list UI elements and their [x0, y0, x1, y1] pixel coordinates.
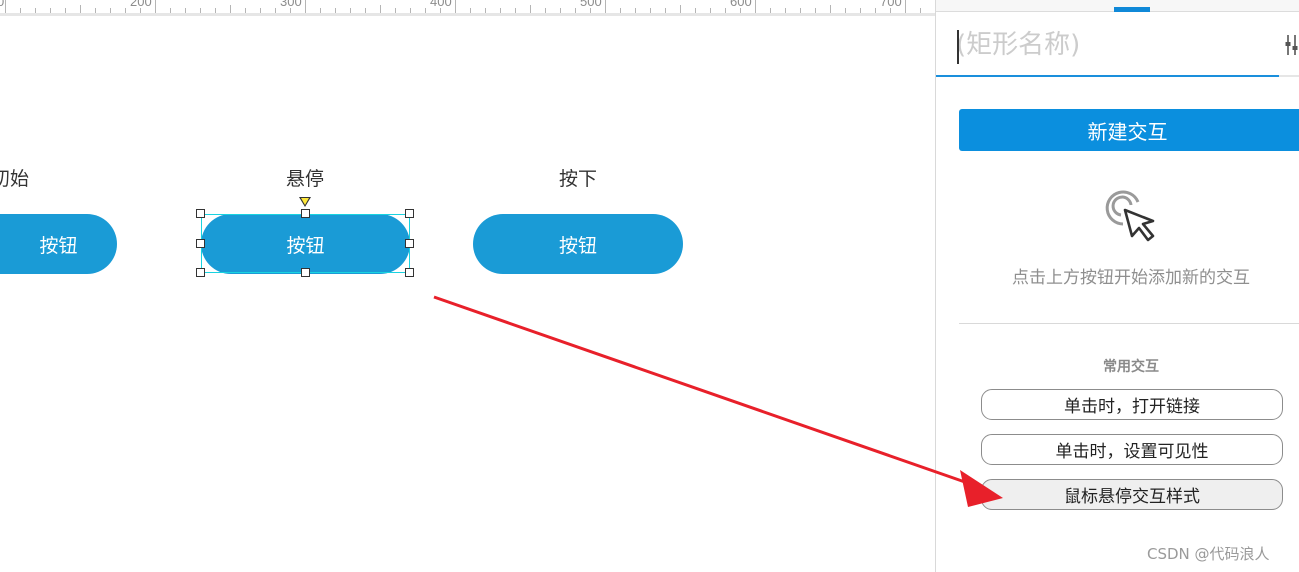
- anchor-marker-icon[interactable]: [299, 197, 311, 207]
- field-separator: [1279, 75, 1299, 77]
- ruler-tick: [335, 8, 336, 13]
- widget-name-field-wrapper: [936, 13, 1279, 77]
- new-interaction-button[interactable]: 新建交互: [959, 109, 1299, 151]
- ruler-tick: [635, 8, 636, 13]
- resize-handle-e[interactable]: [405, 239, 414, 248]
- ruler-tick: [500, 8, 501, 13]
- ruler-tick: [740, 8, 741, 13]
- ruler-tick: [605, 0, 606, 13]
- ruler-tick: [245, 8, 246, 13]
- ruler-tick: [785, 8, 786, 13]
- resize-handle-sw[interactable]: [196, 268, 205, 277]
- design-canvas[interactable]: 初始 按钮 悬停 按钮 按下 按钮: [0, 16, 935, 572]
- ruler-tick: [905, 0, 906, 13]
- button-widget-pressed[interactable]: 按钮: [473, 214, 683, 274]
- ruler-tick: [140, 8, 141, 13]
- common-interactions-title: 常用交互: [1103, 359, 1159, 375]
- ruler-tick: [755, 0, 756, 13]
- ruler-tick: [425, 8, 426, 13]
- ruler-tick: [290, 8, 291, 13]
- ruler-tick: [560, 8, 561, 13]
- ruler-tick: [65, 8, 66, 13]
- empty-state-hint: 点击上方按钮开始添加新的交互: [1012, 268, 1250, 288]
- quick-action-open-link[interactable]: 单击时，打开链接: [981, 389, 1283, 420]
- resize-handle-w[interactable]: [196, 239, 205, 248]
- ruler-tick: [665, 8, 666, 13]
- panel-tab-bar: [936, 0, 1299, 12]
- ruler-tick: [305, 0, 306, 13]
- ruler-tick: [530, 5, 531, 13]
- ruler-tick: [20, 8, 21, 13]
- ruler-tick: [800, 8, 801, 13]
- watermark: CSDN @代码浪人: [1147, 545, 1270, 563]
- ruler-tick: [200, 8, 201, 13]
- ruler-tick: [650, 8, 651, 13]
- ruler-tick: [815, 8, 816, 13]
- ruler-tick: [170, 8, 171, 13]
- section-divider: [959, 323, 1299, 324]
- ruler-tick: [575, 8, 576, 13]
- quick-action-hover-style[interactable]: 鼠标悬停交互样式: [981, 479, 1283, 510]
- interactions-panel: 新建交互 点击上方按钮开始添加新的交互 常用交互 单击时，打开链接 单击时，设置…: [935, 0, 1299, 572]
- state-label-pressed: 按下: [558, 168, 598, 190]
- state-label-initial: 初始: [0, 168, 30, 190]
- state-label-hover: 悬停: [285, 168, 325, 190]
- button-widget-text: 按钮: [558, 234, 597, 257]
- widget-name-input[interactable]: [956, 27, 1256, 63]
- ruler-tick: [920, 8, 921, 13]
- ruler-tick: [275, 8, 276, 13]
- ruler-tick: [110, 8, 111, 13]
- ruler-tick: [470, 8, 471, 13]
- ruler-tick: [890, 8, 891, 13]
- resize-handle-n[interactable]: [301, 209, 310, 218]
- ruler-tick: [770, 8, 771, 13]
- quick-action-set-visibility[interactable]: 单击时，设置可见性: [981, 434, 1283, 465]
- resize-handle-ne[interactable]: [405, 209, 414, 218]
- ruler-tick: [125, 8, 126, 13]
- ruler-tick: [215, 8, 216, 13]
- ruler-tick: [875, 8, 876, 13]
- text-caret: [957, 30, 959, 64]
- ruler-tick: [695, 8, 696, 13]
- ruler-tick: [485, 8, 486, 13]
- ruler-tick: [260, 8, 261, 13]
- ruler-tick: [830, 5, 831, 13]
- ruler-tick: [155, 0, 156, 13]
- selection-box: [201, 214, 410, 273]
- ruler-tick: [95, 8, 96, 13]
- ruler-tick: [545, 8, 546, 13]
- ruler-tick: [860, 8, 861, 13]
- ruler-tick: [590, 8, 591, 13]
- button-widget-text: 按钮: [39, 234, 78, 257]
- ruler-tick: [440, 8, 441, 13]
- ruler-tick: [455, 0, 456, 13]
- sliders-icon[interactable]: [1285, 33, 1299, 57]
- ruler-tick: [725, 8, 726, 13]
- ruler-tick: [185, 8, 186, 13]
- ruler-tick: [350, 8, 351, 13]
- ruler-tick: [50, 8, 51, 13]
- ruler-tick: [710, 8, 711, 13]
- ruler-label: 0: [0, 0, 4, 9]
- resize-handle-se[interactable]: [405, 268, 414, 277]
- ruler-tick: [395, 8, 396, 13]
- ruler-tick: [380, 5, 381, 13]
- ruler-tick: [680, 5, 681, 13]
- ruler-tick: [230, 5, 231, 13]
- ruler-tick: [35, 8, 36, 13]
- horizontal-ruler: 0 200 300 400 500 600 700: [0, 0, 935, 16]
- ruler-tick: [5, 0, 6, 13]
- ruler-tick: [365, 8, 366, 13]
- resize-handle-s[interactable]: [301, 268, 310, 277]
- ruler-tick: [410, 8, 411, 13]
- active-tab-indicator[interactable]: [1114, 7, 1150, 12]
- ruler-tick: [845, 8, 846, 13]
- ruler-tick: [80, 5, 81, 13]
- cursor-click-icon: [1105, 190, 1155, 242]
- resize-handle-nw[interactable]: [196, 209, 205, 218]
- button-widget-initial[interactable]: 按钮: [0, 214, 117, 274]
- ruler-tick: [620, 8, 621, 13]
- ruler-tick: [320, 8, 321, 13]
- ruler-tick: [515, 8, 516, 13]
